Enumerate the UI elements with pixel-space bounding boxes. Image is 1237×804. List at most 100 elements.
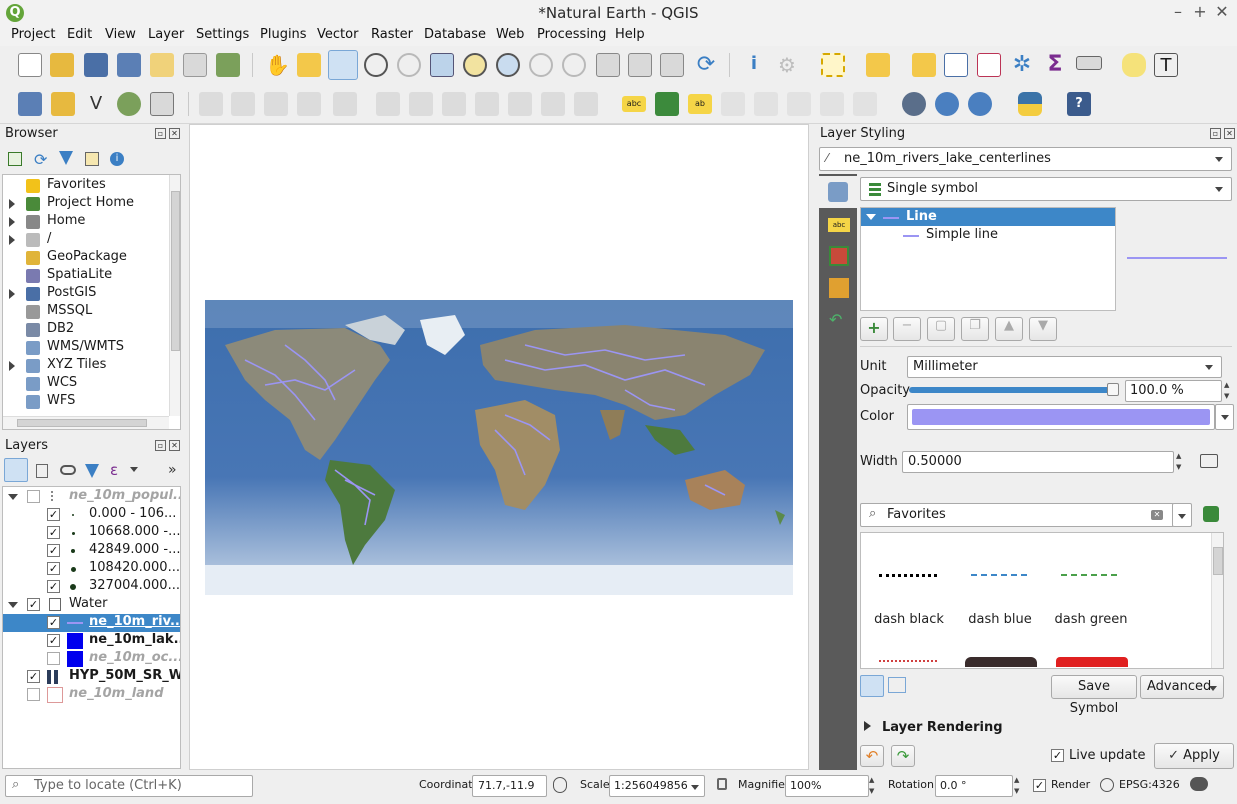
zoom-to-layer-icon[interactable] [496,53,520,77]
layer-visibility-checkbox[interactable]: ✓ [47,526,60,539]
zoom-last-icon[interactable] [562,53,586,77]
minimize-icon[interactable]: – [1169,3,1187,21]
menu-view[interactable]: View [105,27,136,42]
cut-features-icon[interactable] [442,92,466,116]
new-layout-icon[interactable] [150,53,174,77]
chevron-down-icon[interactable] [8,494,18,500]
color-menu-button[interactable] [1215,404,1234,430]
open-project-icon[interactable] [50,53,74,77]
layer-visibility-checkbox[interactable] [27,490,40,503]
pin-labels-icon[interactable] [721,92,745,116]
symbol-preview[interactable] [965,657,1037,667]
chevron-right-icon[interactable] [9,199,15,209]
diagram-icon[interactable] [655,92,679,116]
menu-settings[interactable]: Settings [196,27,249,42]
rotate-label-icon[interactable] [820,92,844,116]
browser-item[interactable]: DB2 [3,321,167,339]
menu-plugins[interactable]: Plugins [260,27,307,42]
close-panel-icon[interactable]: ✕ [1224,128,1235,139]
paste-features-icon[interactable] [508,92,532,116]
chevron-right-icon[interactable] [9,235,15,245]
layer-item[interactable]: ✓ HYP_50M_SR_W [3,668,180,686]
browser-item[interactable]: WCS [3,375,167,393]
messages-icon[interactable] [1190,777,1208,791]
layer-visibility-checkbox[interactable]: ✓ [47,634,60,647]
menu-layer[interactable]: Layer [148,27,184,42]
text-annotation-icon[interactable]: T [1154,53,1178,77]
new-virtual-layer-icon[interactable] [150,92,174,116]
render-checkbox[interactable]: ✓ [1033,779,1046,792]
measure-icon[interactable] [1076,56,1102,70]
chevron-right-icon[interactable] [864,721,871,731]
layer-select[interactable]: ⁄ ne_10m_rivers_lake_centerlines [819,147,1232,171]
scale-combo[interactable]: 1:256049856 [609,775,705,797]
statistical-summary-icon[interactable] [977,53,1001,77]
opacity-stepper[interactable]: ▲ ▼ [1224,380,1234,402]
menu-raster[interactable]: Raster [371,27,413,42]
browser-item[interactable]: WMS/WMTS [3,339,167,357]
layer-visibility-checkbox[interactable]: ✓ [47,580,60,593]
data-source-manager-icon[interactable] [18,92,42,116]
new-geopackage-icon[interactable] [51,92,75,116]
new-shapefile-icon[interactable]: V [84,92,108,116]
bookmark-icon[interactable] [660,53,684,77]
menu-database[interactable]: Database [424,27,486,42]
chevron-right-icon[interactable] [9,361,15,371]
show-labels-icon[interactable] [754,92,778,116]
style-manager-icon[interactable] [216,53,240,77]
add-group-icon[interactable] [36,464,48,478]
color-button[interactable] [907,404,1215,430]
tag-menu-button[interactable] [1172,503,1192,527]
zoom-rubber-band-icon[interactable] [397,53,421,77]
new-spatialite-icon[interactable] [117,92,141,116]
attribute-table-icon[interactable] [944,53,968,77]
move-label-icon[interactable] [787,92,811,116]
temporal-controller-icon[interactable] [628,53,652,77]
chevron-down-icon[interactable] [8,602,18,608]
layer-item[interactable]: ✓ 108420.000... [3,560,180,578]
gallery-scrollbar[interactable] [1211,533,1223,668]
add-selected-icon[interactable] [8,152,22,166]
browser-item[interactable]: WFS [3,393,167,411]
refresh-icon[interactable]: ⟳ [694,53,718,77]
open-styling-panel-icon[interactable] [4,458,28,482]
tab-labels-icon[interactable]: abc [828,218,850,232]
redo-icon[interactable] [574,92,598,116]
menu-edit[interactable]: Edit [67,27,92,42]
add-wms-icon[interactable] [935,92,959,116]
select-features-icon[interactable] [821,53,845,77]
zoom-out-icon[interactable] [364,53,388,77]
layer-visibility-checkbox[interactable]: ✓ [27,670,40,683]
float-icon[interactable]: ▫ [155,440,166,451]
actions-icon[interactable]: ⚙ [775,53,799,77]
advanced-button[interactable]: Advanced [1140,675,1224,699]
symbol-dash-blue-preview[interactable] [971,574,1027,576]
browser-item[interactable]: PostGIS [3,285,167,303]
copy-features-icon[interactable] [475,92,499,116]
magnifier-stepper[interactable]: ▲ ▼ [869,775,879,797]
properties-icon[interactable]: i [110,152,124,166]
add-symbol-layer-button[interactable]: + [860,317,888,341]
width-spinbox[interactable]: 0.50000 [902,451,1174,473]
rotation-stepper[interactable]: ▲ ▼ [1014,775,1024,797]
layer-item[interactable]: ✓ 327004.000... [3,578,180,596]
tab-symbology[interactable] [819,176,857,208]
tab-diagram-icon[interactable] [829,278,849,298]
tab-history-icon[interactable]: ↶ [829,310,849,330]
browser-item[interactable]: Favorites [3,177,167,195]
browser-vscrollbar[interactable] [169,175,180,416]
refresh-browser-icon[interactable]: ⟳ [34,150,47,169]
new-project-icon[interactable] [18,53,42,77]
filter-browser-icon[interactable] [59,151,73,165]
layer-item[interactable]: ✓ 0.000 - 106... [3,506,180,524]
lock-layer-button[interactable]: ▢ [927,317,955,341]
magnifier-spinbox[interactable]: 100% [785,775,869,797]
zoom-native-icon[interactable] [529,53,553,77]
layer-rendering-header[interactable]: Layer Rendering [882,720,1003,735]
vertex-tool-icon[interactable] [333,92,357,116]
maximize-icon[interactable]: + [1191,3,1209,21]
clear-icon[interactable]: ✕ [1151,510,1163,520]
symbol-dash-black-preview[interactable] [879,574,937,577]
move-up-button[interactable]: ▲ [995,317,1023,341]
duplicate-layer-button[interactable]: ❐ [961,317,989,341]
